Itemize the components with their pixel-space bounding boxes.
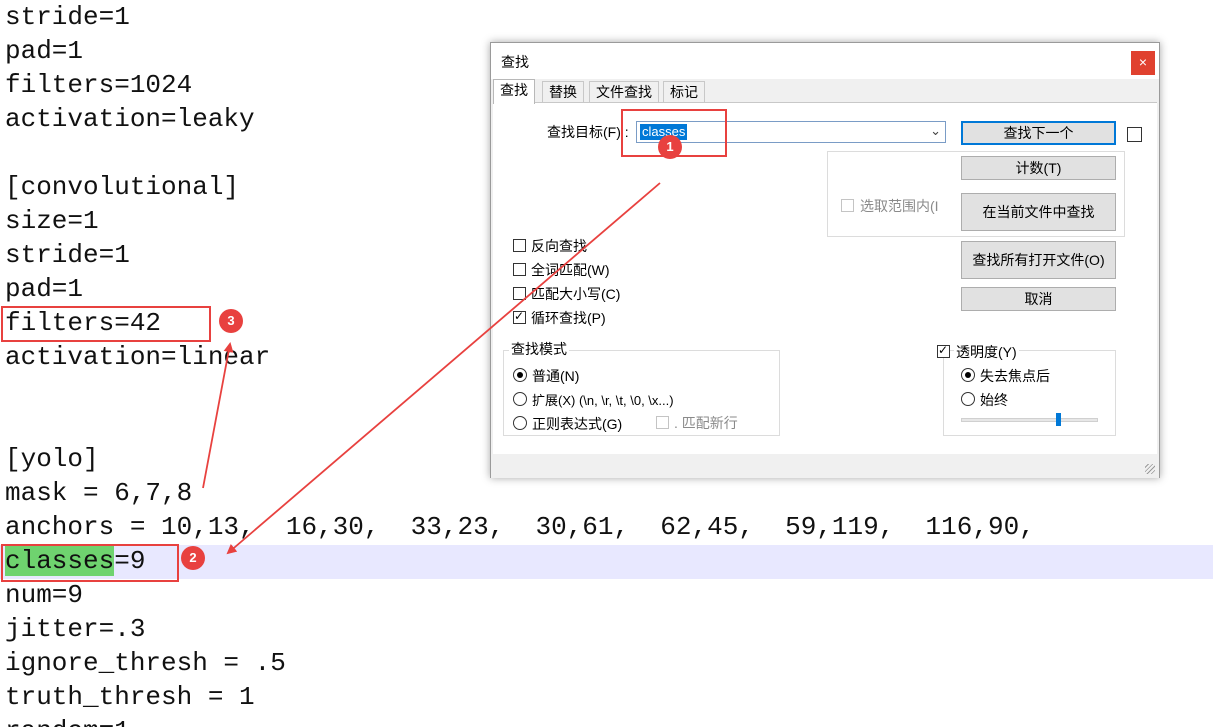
count-button[interactable]: 计数(T) bbox=[961, 156, 1116, 180]
mode-regex-label: 正则表达式(G) bbox=[532, 416, 623, 432]
code-line: random=1 bbox=[5, 714, 130, 727]
code-line: size=1 bbox=[5, 206, 99, 236]
always-radio[interactable] bbox=[961, 392, 975, 406]
dot-newline-label: . 匹配新行 bbox=[674, 415, 738, 431]
in-selection-label: 选取范围内(I bbox=[860, 198, 939, 214]
on-lose-focus-label: 失去焦点后 bbox=[980, 368, 1050, 384]
dialog-title: 查找 bbox=[501, 54, 529, 70]
backward-checkbox[interactable] bbox=[513, 239, 526, 252]
annotation-box-classes bbox=[1, 544, 179, 582]
cancel-button[interactable]: 取消 bbox=[961, 287, 1116, 311]
wrap-label: 循环查找(P) bbox=[531, 310, 606, 326]
search-label: 查找目标(F) : bbox=[547, 124, 629, 140]
transparency-title: 透明度(Y) bbox=[954, 342, 1019, 362]
transparency-slider[interactable] bbox=[961, 418, 1098, 422]
mode-extended-label: 扩展(X) (\n, \r, \t, \0, \x...) bbox=[532, 393, 674, 408]
annotation-box-filters bbox=[1, 306, 211, 342]
find-next-button[interactable]: 查找下一个 bbox=[961, 121, 1116, 145]
whole-word-label: 全词匹配(W) bbox=[531, 262, 610, 278]
mode-normal-label: 普通(N) bbox=[532, 368, 580, 384]
code-line: stride=1 bbox=[5, 240, 130, 270]
code-line: activation=linear bbox=[5, 342, 271, 372]
dialog-titlebar[interactable]: 查找 × bbox=[491, 43, 1159, 79]
match-case-checkbox[interactable] bbox=[513, 287, 526, 300]
annotation-badge-3: 3 bbox=[219, 309, 243, 333]
tab-find[interactable]: 查找 bbox=[493, 79, 535, 104]
find-in-all-button[interactable]: 查找所有打开文件(O) bbox=[961, 241, 1116, 279]
mode-regex-radio[interactable] bbox=[513, 416, 527, 430]
code-line: ignore_thresh = .5 bbox=[5, 648, 286, 678]
on-lose-focus-radio[interactable] bbox=[961, 368, 975, 382]
code-line: anchors = 10,13, 16,30, 33,23, 30,61, 62… bbox=[5, 512, 1035, 542]
annotation-badge-2: 2 bbox=[181, 546, 205, 570]
search-mode-title: 查找模式 bbox=[509, 339, 569, 359]
mode-extended-radio[interactable] bbox=[513, 392, 527, 406]
find-dialog: 查找 × 查找 替换 文件查找 标记 查找目标(F) : classes ⌄ 查… bbox=[490, 42, 1160, 478]
tab-mark[interactable]: 标记 bbox=[663, 81, 705, 103]
tab-replace[interactable]: 替换 bbox=[542, 81, 584, 103]
mode-normal-radio[interactable] bbox=[513, 368, 527, 382]
chevron-down-icon[interactable]: ⌄ bbox=[930, 123, 941, 139]
code-line: [convolutional] bbox=[5, 172, 240, 202]
dialog-status-bar bbox=[491, 454, 1159, 478]
match-case-label: 匹配大小写(C) bbox=[531, 286, 621, 302]
annotation-badge-1: 1 bbox=[658, 135, 682, 159]
code-line: filters=1024 bbox=[5, 70, 193, 100]
backward-label: 反向查找 bbox=[531, 238, 587, 254]
always-label: 始终 bbox=[980, 392, 1008, 408]
code-line: truth_thresh = 1 bbox=[5, 682, 255, 712]
code-line: activation=leaky bbox=[5, 104, 255, 134]
whole-word-checkbox[interactable] bbox=[513, 263, 526, 276]
resize-grip-icon[interactable] bbox=[1145, 464, 1155, 474]
in-selection-checkbox[interactable] bbox=[841, 199, 854, 212]
code-line: mask = 6,7,8 bbox=[5, 478, 193, 508]
code-line: pad=1 bbox=[5, 36, 84, 66]
find-in-current-button[interactable]: 在当前文件中查找 bbox=[961, 193, 1116, 231]
pin-checkbox[interactable] bbox=[1127, 127, 1142, 142]
tab-find-in-files[interactable]: 文件查找 bbox=[589, 81, 659, 103]
code-line: jitter=.3 bbox=[5, 614, 146, 644]
dot-newline-checkbox[interactable] bbox=[656, 416, 669, 429]
transparency-checkbox[interactable] bbox=[937, 343, 950, 358]
wrap-checkbox[interactable] bbox=[513, 309, 526, 324]
code-line: [yolo] bbox=[5, 444, 99, 474]
transparency-slider-thumb[interactable] bbox=[1056, 413, 1061, 426]
code-line: pad=1 bbox=[5, 274, 84, 304]
code-line: stride=1 bbox=[5, 2, 130, 32]
code-line: num=9 bbox=[5, 580, 84, 610]
close-icon[interactable]: × bbox=[1131, 51, 1155, 75]
